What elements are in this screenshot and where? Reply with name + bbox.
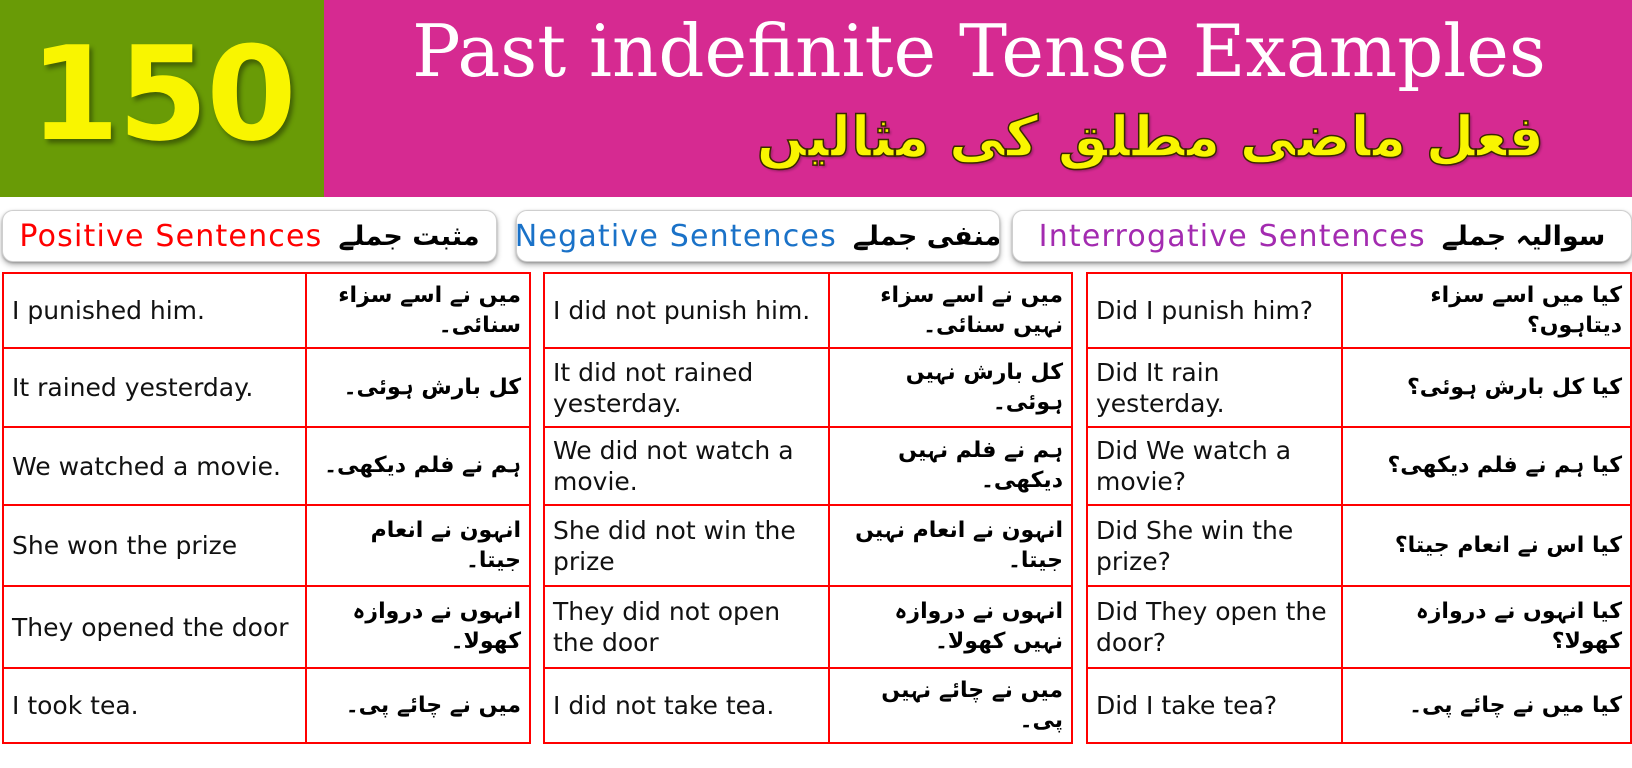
table-row: Did It rain yesterday. کیا کل بارش ہوئی؟ bbox=[1086, 347, 1632, 428]
section-label-interrogative-en: Interrogative Sentences bbox=[1038, 218, 1426, 254]
table-row: Did I take tea? کیا میں نے چائے پی۔ bbox=[1086, 667, 1632, 744]
table-row: Did They open the door? کیا انہوں نے درو… bbox=[1086, 585, 1632, 669]
sentence-ur: کیا میں اسے سزاء دیتاہوں؟ bbox=[1341, 272, 1632, 349]
section-label-positive-en: Positive Sentences bbox=[19, 218, 323, 254]
section-label-negative-en: Negative Sentences bbox=[516, 218, 837, 254]
sentence-en: They did not open the door bbox=[543, 585, 830, 669]
table-row: She did not win the prize انہون نے انعام… bbox=[543, 504, 1073, 587]
table-row: We did not watch a movie. ہم نے فلم نہیں… bbox=[543, 426, 1073, 506]
sentence-en: They opened the door bbox=[2, 585, 307, 669]
sentence-en: Did It rain yesterday. bbox=[1086, 347, 1343, 428]
table-row: It rained yesterday. کل بارش ہوئی۔ bbox=[2, 347, 531, 428]
table-positive-sentences: I punished him. میں نے اسے سزاء سنائی۔ I… bbox=[2, 272, 531, 744]
sentence-ur: کیا ہم نے فلم دیکھی؟ bbox=[1341, 426, 1632, 506]
table-row: I did not take tea. میں نے چائے نہیں پی۔ bbox=[543, 667, 1073, 744]
sentence-ur: میں نے اسے سزاء نہیں سنائی۔ bbox=[828, 272, 1073, 349]
sentence-en: She did not win the prize bbox=[543, 504, 830, 587]
sentence-en: Did They open the door? bbox=[1086, 585, 1343, 669]
table-row: It did not rained yesterday. کل بارش نہی… bbox=[543, 347, 1073, 428]
table-row: They did not open the door انہوں نے دروا… bbox=[543, 585, 1073, 669]
sentence-en: I did not take tea. bbox=[543, 667, 830, 744]
sentence-ur: کیا کل بارش ہوئی؟ bbox=[1341, 347, 1632, 428]
page-subtitle-urdu: فعل ماضی مطلق کی مثالیں bbox=[756, 104, 1545, 171]
table-row: She won the prize انہون نے انعام جیتا۔ bbox=[2, 504, 531, 587]
sentence-ur: کیا اس نے انعام جیتا؟ bbox=[1341, 504, 1632, 587]
sentence-en: She won the prize bbox=[2, 504, 307, 587]
section-label-positive-ur: مثبت جملے bbox=[338, 220, 480, 252]
sentence-ur: میں نے اسے سزاء سنائی۔ bbox=[305, 272, 531, 349]
page-title: Past indefinite Tense Examples bbox=[412, 9, 1546, 93]
example-count: 150 bbox=[29, 18, 296, 170]
sentence-en: We watched a movie. bbox=[2, 426, 307, 506]
table-row: Did I punish him? کیا میں اسے سزاء دیتاہ… bbox=[1086, 272, 1632, 349]
sentence-ur: کیا میں نے چائے پی۔ bbox=[1341, 667, 1632, 744]
sentence-ur: انہوں نے دروازہ کھولا۔ bbox=[305, 585, 531, 669]
section-label-negative-ur: منفی جملے bbox=[852, 220, 1000, 252]
sentence-en: I punished him. bbox=[2, 272, 307, 349]
sentence-ur: انہون نے انعام جیتا۔ bbox=[305, 504, 531, 587]
sentence-ur: انہوں نے دروازہ نہیں کھولا۔ bbox=[828, 585, 1073, 669]
table-row: I took tea. میں نے چائے پی۔ bbox=[2, 667, 531, 744]
table-negative-sentences: I did not punish him. میں نے اسے سزاء نہ… bbox=[543, 272, 1073, 744]
sentence-en: I took tea. bbox=[2, 667, 307, 744]
section-header-negative: Negative Sentences منفی جملے bbox=[516, 210, 1000, 262]
sentence-ur: ہم نے فلم دیکھی۔ bbox=[305, 426, 531, 506]
sentence-ur: میں نے چائے نہیں پی۔ bbox=[828, 667, 1073, 744]
table-row: I punished him. میں نے اسے سزاء سنائی۔ bbox=[2, 272, 531, 349]
table-row: Did We watch a movie? کیا ہم نے فلم دیکھ… bbox=[1086, 426, 1632, 506]
header-banner: 150 Past indefinite Tense Examples فعل م… bbox=[0, 0, 1632, 197]
sentence-en: We did not watch a movie. bbox=[543, 426, 830, 506]
sentence-ur: کل بارش نہیں ہوئی۔ bbox=[828, 347, 1073, 428]
sentence-en: Did I punish him? bbox=[1086, 272, 1343, 349]
sentence-en: It rained yesterday. bbox=[2, 347, 307, 428]
table-row: I did not punish him. میں نے اسے سزاء نہ… bbox=[543, 272, 1073, 349]
sentence-ur: ہم نے فلم نہیں دیکھی۔ bbox=[828, 426, 1073, 506]
table-row: We watched a movie. ہم نے فلم دیکھی۔ bbox=[2, 426, 531, 506]
sentence-en: Did She win the prize? bbox=[1086, 504, 1343, 587]
table-interrogative-sentences: Did I punish him? کیا میں اسے سزاء دیتاہ… bbox=[1086, 272, 1632, 744]
section-label-interrogative-ur: سوالیہ جملے bbox=[1441, 220, 1606, 252]
sentence-ur: انہون نے انعام نہیں جیتا۔ bbox=[828, 504, 1073, 587]
table-row: They opened the door انہوں نے دروازہ کھو… bbox=[2, 585, 531, 669]
sentence-ur: کیا انہوں نے دروازہ کھولا؟ bbox=[1341, 585, 1632, 669]
sentence-en: Did I take tea? bbox=[1086, 667, 1343, 744]
sentence-en: It did not rained yesterday. bbox=[543, 347, 830, 428]
section-header-interrogative: Interrogative Sentences سوالیہ جملے bbox=[1012, 210, 1632, 262]
sentence-en: I did not punish him. bbox=[543, 272, 830, 349]
sentence-ur: کل بارش ہوئی۔ bbox=[305, 347, 531, 428]
table-row: Did She win the prize? کیا اس نے انعام ج… bbox=[1086, 504, 1632, 587]
sentence-ur: میں نے چائے پی۔ bbox=[305, 667, 531, 744]
section-header-positive: Positive Sentences مثبت جملے bbox=[2, 210, 497, 262]
sentence-en: Did We watch a movie? bbox=[1086, 426, 1343, 506]
